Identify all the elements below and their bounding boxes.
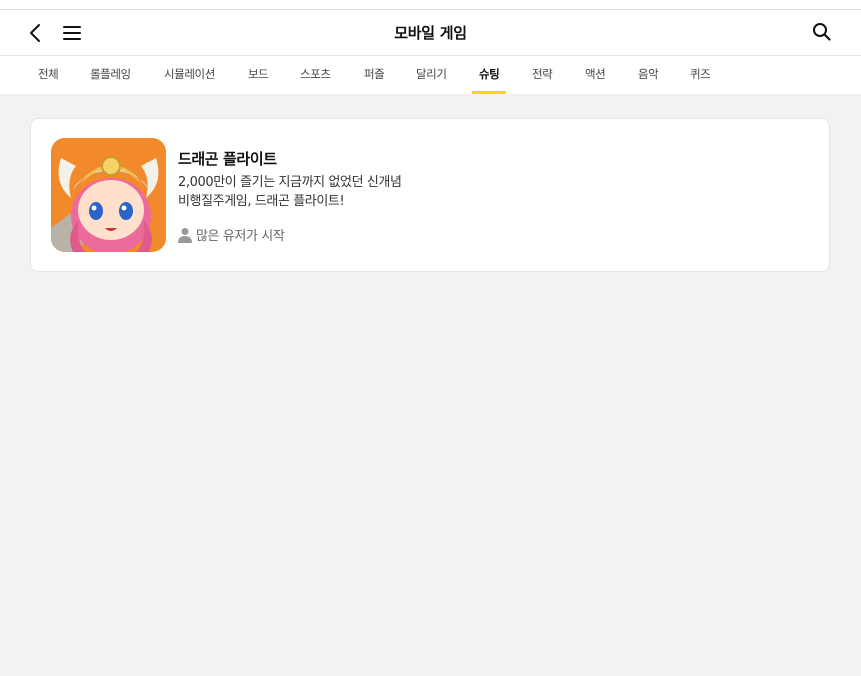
tab-all[interactable]: 전체 bbox=[38, 56, 59, 94]
game-card[interactable]: 드래곤 플라이트 2,000만이 즐기는 지금까지 없었던 신개념 비행질주게임… bbox=[30, 118, 830, 272]
tab-sports[interactable]: 스포츠 bbox=[300, 56, 331, 94]
tab-puzzle[interactable]: 퍼즐 bbox=[364, 56, 385, 94]
tab-shooting[interactable]: 슈팅 bbox=[471, 56, 507, 94]
game-title: 드래곤 플라이트 bbox=[178, 150, 277, 168]
game-description-line2: 비행질주게임, 드래곤 플라이트! bbox=[178, 194, 345, 209]
person-icon bbox=[178, 227, 192, 243]
tab-running[interactable]: 달리기 bbox=[416, 56, 447, 94]
tab-strategy[interactable]: 전략 bbox=[532, 56, 553, 94]
tab-simulation[interactable]: 시뮬레이션 bbox=[164, 56, 215, 94]
status-strip bbox=[0, 0, 861, 10]
user-count-label: 많은 유저가 시작 bbox=[178, 225, 285, 244]
page-title: 모바일 게임 bbox=[394, 24, 467, 42]
user-count-text: 많은 유저가 시작 bbox=[196, 229, 285, 244]
game-description: 2,000만이 즐기는 지금까지 없었던 신개념 비행질주게임, 드래곤 플라이… bbox=[178, 173, 402, 211]
tab-board[interactable]: 보드 bbox=[248, 56, 269, 94]
category-tabs: 전체 롤플레잉 시뮬레이션 보드 스포츠 퍼즐 달리기 슈팅 전략 액션 음악 … bbox=[0, 56, 861, 94]
tab-music[interactable]: 음악 bbox=[638, 56, 659, 94]
tab-quiz[interactable]: 퀴즈 bbox=[690, 56, 711, 94]
search-icon[interactable] bbox=[811, 21, 833, 43]
tab-roleplaying[interactable]: 롤플레잉 bbox=[90, 56, 131, 94]
tab-action[interactable]: 액션 bbox=[585, 56, 606, 94]
game-description-line1: 2,000만이 즐기는 지금까지 없었던 신개념 bbox=[178, 175, 402, 190]
app-header: 모바일 게임 bbox=[0, 10, 861, 56]
game-thumbnail bbox=[51, 138, 166, 252]
